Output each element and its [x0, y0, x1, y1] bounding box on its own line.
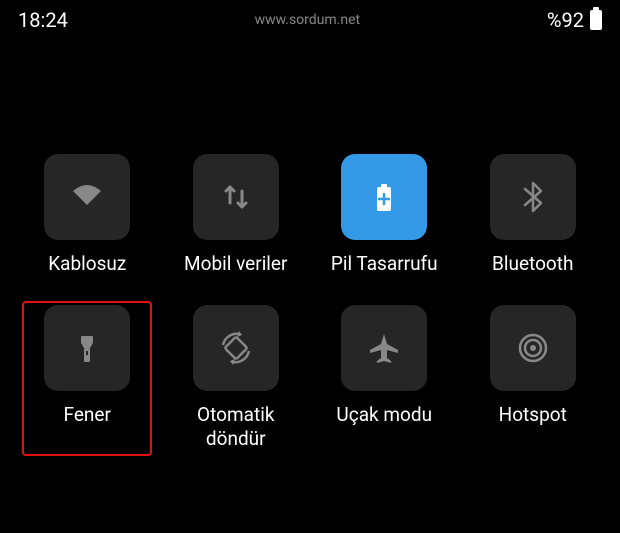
- wifi-button[interactable]: [44, 154, 130, 240]
- tile-mobile-data: Mobil veriler: [171, 150, 301, 281]
- hotspot-icon: [513, 328, 553, 368]
- status-time: 18:24: [18, 8, 68, 32]
- tile-hotspot: Hotspot: [468, 301, 598, 456]
- airplane-label: Uçak modu: [336, 403, 432, 428]
- flashlight-label: Fener: [64, 403, 111, 428]
- battery-percent: %92: [547, 8, 584, 32]
- flashlight-button[interactable]: [44, 305, 130, 391]
- auto-rotate-button[interactable]: [193, 305, 279, 391]
- auto-rotate-icon: [216, 328, 256, 368]
- auto-rotate-label: Otomatik döndür: [175, 403, 297, 452]
- quick-settings-grid: Kablosuz Mobil veriler Pil Tasarrufu: [20, 150, 600, 456]
- hotspot-label: Hotspot: [499, 403, 567, 428]
- battery-icon: [590, 10, 602, 30]
- wifi-label: Kablosuz: [48, 252, 126, 277]
- hotspot-button[interactable]: [490, 305, 576, 391]
- wifi-icon: [67, 177, 107, 217]
- flashlight-icon: [67, 328, 107, 368]
- tile-airplane: Uçak modu: [319, 301, 449, 456]
- battery-saver-label: Pil Tasarrufu: [331, 252, 438, 277]
- battery-saver-button[interactable]: [341, 154, 427, 240]
- tile-flashlight: Fener: [22, 301, 152, 456]
- airplane-button[interactable]: [341, 305, 427, 391]
- status-battery: %92: [547, 8, 602, 32]
- battery-saver-icon: [364, 177, 404, 217]
- bluetooth-button[interactable]: [490, 154, 576, 240]
- tile-bluetooth: Bluetooth: [468, 150, 598, 281]
- status-url: www.sordum.net: [255, 12, 361, 28]
- airplane-icon: [364, 328, 404, 368]
- mobile-data-button[interactable]: [193, 154, 279, 240]
- tile-auto-rotate: Otomatik döndür: [171, 301, 301, 456]
- mobile-data-icon: [216, 177, 256, 217]
- tile-battery-saver: Pil Tasarrufu: [319, 150, 449, 281]
- bluetooth-icon: [513, 177, 553, 217]
- mobile-data-label: Mobil veriler: [184, 252, 287, 277]
- tile-wifi: Kablosuz: [22, 150, 152, 281]
- status-bar: 18:24 www.sordum.net %92: [0, 0, 620, 40]
- quick-settings-panel: Kablosuz Mobil veriler Pil Tasarrufu: [0, 40, 620, 456]
- bluetooth-label: Bluetooth: [492, 252, 573, 277]
